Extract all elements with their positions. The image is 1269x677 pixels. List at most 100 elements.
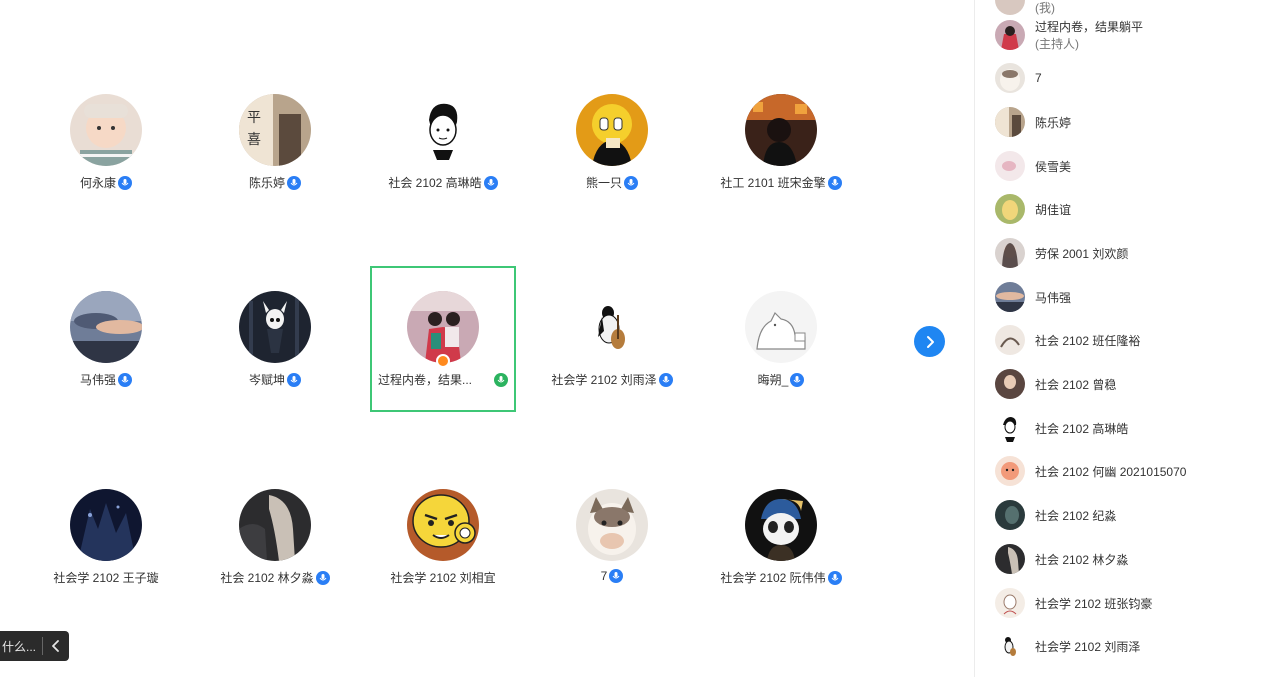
video-grid: 何永康 平喜 陈乐婷 社会 2102 高琳皓 熊一只 社工 2101 班宋金擎 … (0, 0, 974, 677)
avatar (745, 489, 817, 561)
mic-icon (609, 569, 624, 583)
avatar (995, 0, 1025, 15)
avatar (407, 291, 479, 363)
participant-name: 社会学 2102 阮伟伟 (720, 571, 826, 585)
participant-name: 社会 2102 何幽 2021015070 (1035, 464, 1187, 479)
participant-tile[interactable]: 社工 2101 班宋金擎 (708, 94, 854, 240)
participant-name: 过程内卷，结果... (378, 373, 473, 387)
participant-name: 社会 2102 纪淼 (1035, 508, 1117, 523)
participant-list-item[interactable]: 社会学 2102 刘雨泽 (995, 630, 1140, 662)
svg-text:喜: 喜 (247, 132, 261, 148)
participant-tile[interactable]: 社会学 2102 刘雨泽 (539, 291, 685, 437)
participant-name: 社会学 2102 刘相宜 (390, 571, 496, 585)
participant-list-item[interactable]: 7 (995, 62, 1042, 94)
avatar (995, 194, 1025, 224)
avatar (576, 94, 648, 166)
mic-icon (287, 372, 301, 387)
avatar: 平喜 (239, 94, 311, 166)
participant-name: 社会学 2102 刘雨泽 (551, 373, 657, 387)
mic-icon (658, 372, 673, 387)
next-page-button[interactable] (914, 326, 945, 357)
participant-role: (主持人) (1035, 37, 1079, 51)
participant-name: 社会 2102 班任隆裕 (1035, 333, 1141, 348)
participant-name: 社会学 2102 班张钧豪 (1035, 596, 1153, 611)
avatar (70, 94, 142, 166)
participant-tile[interactable]: 7 (539, 489, 685, 635)
participant-name: 陈乐婷 (248, 176, 285, 190)
participant-name: 社会 2102 高琳皓 (1035, 421, 1129, 436)
mic-icon (483, 175, 498, 190)
chevron-left-icon (51, 640, 59, 652)
chat-message-toast[interactable]: 什么... (0, 631, 69, 661)
participant-name: 社会 2102 林夕淼 (220, 571, 314, 585)
participant-tile[interactable]: 马伟强 (33, 291, 179, 437)
mic-icon (624, 175, 638, 190)
avatar (239, 291, 311, 363)
participant-list-item[interactable]: 劳保 2001 刘欢颜 (995, 237, 1128, 269)
participant-tile[interactable]: 平喜 陈乐婷 (202, 94, 348, 240)
mic-icon (790, 372, 805, 387)
avatar (995, 325, 1025, 355)
mic-icon (827, 175, 842, 190)
avatar (995, 631, 1025, 661)
participant-role: (我) (1035, 0, 1055, 15)
participant-list-item[interactable]: 社会学 2102 班张钧豪 (995, 587, 1152, 619)
participant-tile[interactable]: 社会学 2102 王子璇 (33, 489, 179, 635)
participant-tile[interactable]: 晦朔_ (708, 291, 854, 437)
mic-icon (287, 175, 301, 190)
participant-list-item-self[interactable]: (我) (995, 0, 1055, 16)
participant-name: 马伟强 (1035, 290, 1072, 305)
avatar (995, 369, 1025, 399)
participant-tile[interactable]: 社会学 2102 刘相宜 (370, 489, 516, 635)
participant-name: 社工 2101 班宋金擎 (720, 176, 826, 190)
meeting-window: 何永康 平喜 陈乐婷 社会 2102 高琳皓 熊一只 社工 2101 班宋金擎 … (0, 0, 1269, 677)
avatar (995, 456, 1025, 486)
participant-name: 社会学 2102 刘雨泽 (1035, 639, 1141, 654)
participant-list-item[interactable]: 过程内卷，结果躺平 (主持人) (995, 19, 1143, 51)
participant-name: 何永康 (79, 176, 116, 190)
participant-name: 马伟强 (79, 373, 116, 387)
avatar (407, 489, 479, 561)
avatar (995, 544, 1025, 574)
participant-list-item[interactable]: 社会 2102 曾稳 (995, 368, 1116, 400)
mic-icon (118, 175, 132, 190)
chevron-right-icon (926, 335, 934, 348)
participant-name: 过程内卷，结果躺平 (1035, 20, 1144, 34)
participant-tile[interactable]: 社会 2102 高琳皓 (370, 94, 516, 240)
participant-name: 7 (1035, 71, 1042, 85)
avatar (995, 588, 1025, 618)
participant-tile-selected[interactable]: 过程内卷，结果... (370, 266, 516, 412)
participant-tile[interactable]: 社会 2102 林夕淼 (202, 489, 348, 635)
avatar (745, 291, 817, 363)
participant-name: 社会学 2102 王子璇 (53, 571, 159, 585)
svg-text:平: 平 (247, 110, 261, 126)
participant-list-item[interactable]: 社会 2102 林夕淼 (995, 543, 1128, 575)
participant-list-item[interactable]: 胡佳谊 (995, 193, 1071, 225)
participant-list-item[interactable]: 陈乐婷 (995, 106, 1071, 138)
avatar (70, 489, 142, 561)
collapse-button[interactable] (43, 631, 68, 661)
avatar (995, 107, 1025, 137)
mic-icon (315, 570, 330, 585)
participant-list-panel: (我) 过程内卷，结果躺平 (主持人) 7 陈乐婷 侯雪美 胡佳谊 劳保 200… (974, 0, 1269, 677)
participant-name: 熊一只 (585, 176, 622, 190)
avatar (995, 413, 1025, 443)
participant-list-item[interactable]: 马伟强 (995, 281, 1071, 313)
participant-list-item[interactable]: 社会 2102 纪淼 (995, 499, 1116, 531)
avatar (995, 238, 1025, 268)
participant-list-item[interactable]: 社会 2102 高琳皓 (995, 412, 1128, 444)
participant-tile[interactable]: 岑赋坤 (202, 291, 348, 437)
avatar (745, 94, 817, 166)
chat-toast-text: 什么... (2, 639, 37, 654)
participant-name: 7 (600, 569, 608, 583)
participant-tile[interactable]: 社会学 2102 阮伟伟 (708, 489, 854, 635)
participant-tile[interactable]: 何永康 (33, 94, 179, 240)
avatar (995, 282, 1025, 312)
participant-list-item[interactable]: 侯雪美 (995, 150, 1071, 182)
participant-list-item[interactable]: 社会 2102 何幽 2021015070 (995, 455, 1186, 487)
participant-tile[interactable]: 熊一只 (539, 94, 685, 240)
avatar (576, 489, 648, 561)
participant-name: 侯雪美 (1035, 159, 1072, 174)
participant-list-item[interactable]: 社会 2102 班任隆裕 (995, 324, 1140, 356)
avatar (239, 489, 311, 561)
